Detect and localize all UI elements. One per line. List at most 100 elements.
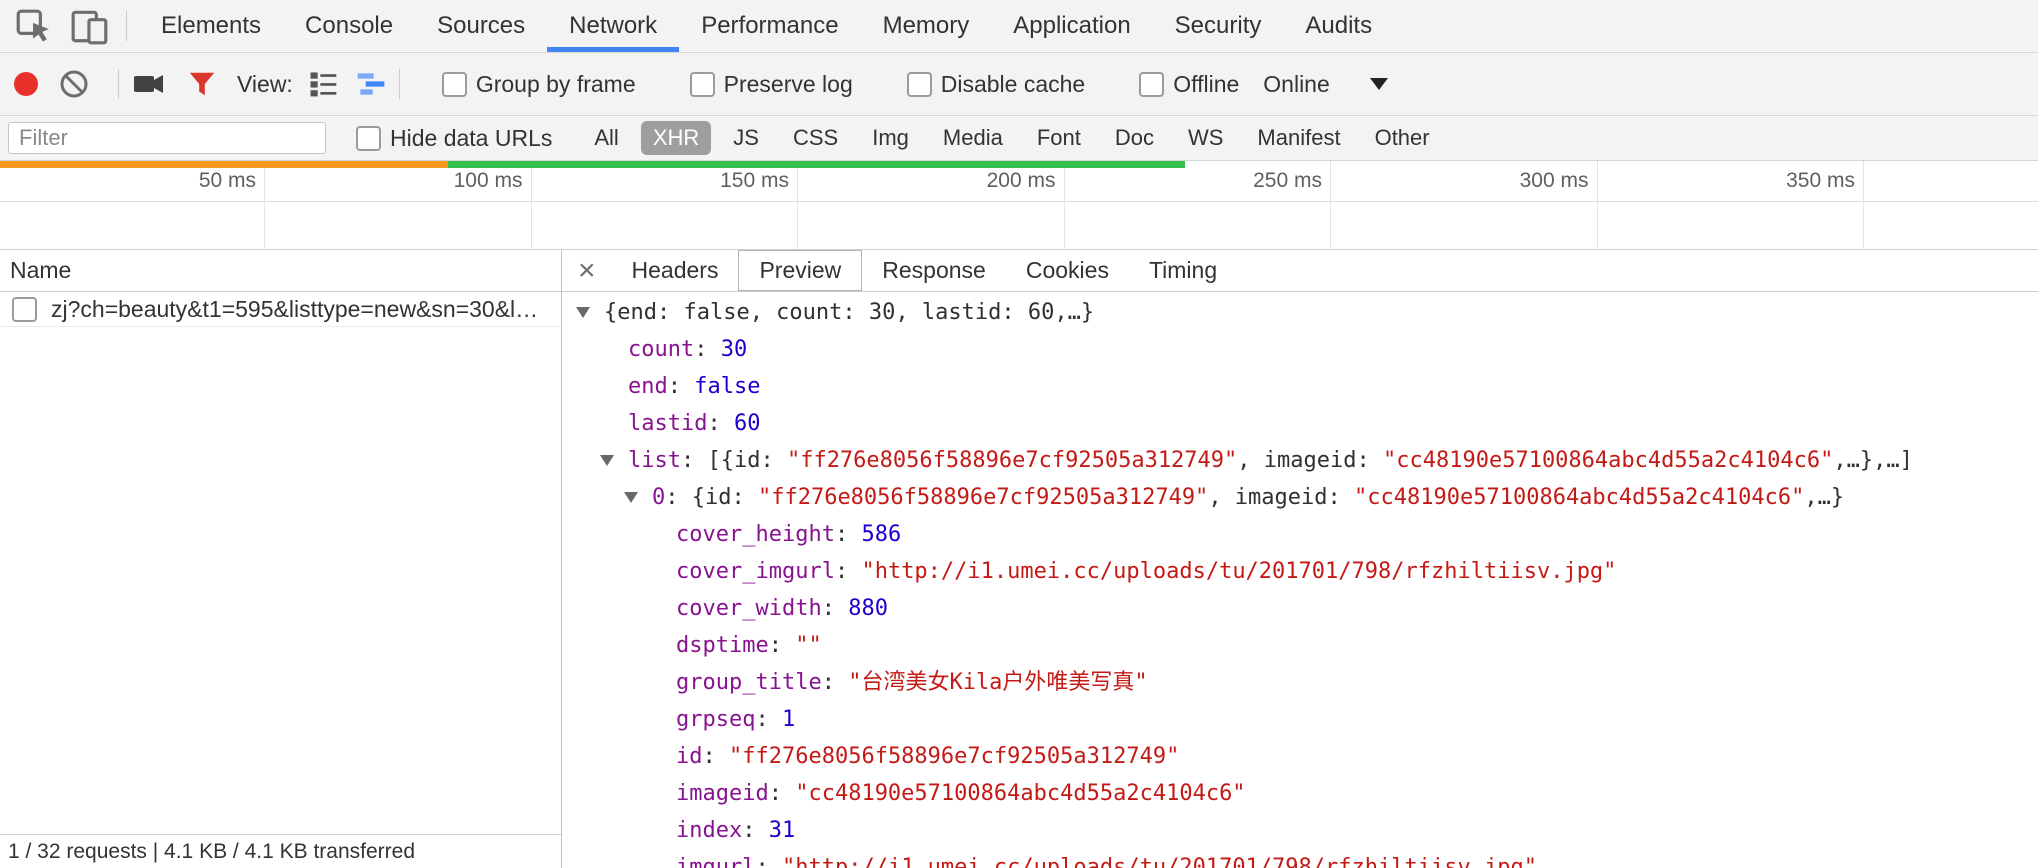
detail-tab-headers[interactable]: Headers	[612, 250, 739, 291]
filter-pill-img[interactable]: Img	[860, 121, 921, 155]
detail-tab-timing[interactable]: Timing	[1129, 250, 1237, 291]
value-number: 880	[848, 596, 888, 621]
tab-console[interactable]: Console	[283, 0, 415, 52]
tree-row[interactable]: index: 31	[562, 812, 2038, 849]
column-header-name[interactable]: Name	[0, 250, 561, 292]
detail-tab-response[interactable]: Response	[862, 250, 1006, 291]
tree-row[interactable]: grpseq: 1	[562, 701, 2038, 738]
checkbox-preserve-log[interactable]: Preserve log	[690, 71, 853, 98]
detail-tab-preview[interactable]: Preview	[738, 250, 862, 291]
network-toolbar: View: Group by framePreserve logDisable …	[0, 53, 2038, 116]
table-row[interactable]: zj?ch=beauty&t1=595&listtype=new&sn=30&l…	[0, 292, 561, 327]
filter-pill-doc[interactable]: Doc	[1103, 121, 1166, 155]
filter-pill-font[interactable]: Font	[1025, 121, 1093, 155]
property-key: id	[676, 744, 703, 769]
value-number: 60	[734, 411, 761, 436]
tree-row[interactable]: dsptime: ""	[562, 627, 2038, 664]
filter-pill-manifest[interactable]: Manifest	[1245, 121, 1352, 155]
checkbox-disable-cache[interactable]: Disable cache	[907, 71, 1085, 98]
property-key: cover_width	[676, 596, 822, 621]
tab-network[interactable]: Network	[547, 0, 679, 52]
tree-row[interactable]: count: 30	[562, 331, 2038, 368]
text: :	[769, 781, 796, 806]
expand-arrow-icon[interactable]	[624, 479, 652, 516]
property-key: imgurl	[676, 855, 755, 868]
checkbox-group-by-frame[interactable]: Group by frame	[442, 71, 636, 98]
column-header-label: Name	[10, 257, 71, 284]
checkbox-label: Hide data URLs	[390, 125, 552, 152]
tab-elements[interactable]: Elements	[139, 0, 283, 52]
record-dot-icon	[14, 72, 38, 96]
status-text: 1 / 32 requests | 4.1 KB / 4.1 KB transf…	[8, 840, 415, 864]
timeline-overview[interactable]: 50 ms100 ms150 ms200 ms250 ms300 ms350 m…	[0, 161, 2038, 250]
detail-tab-cookies[interactable]: Cookies	[1006, 250, 1129, 291]
screenshot-capture-icon[interactable]	[131, 66, 167, 102]
checkbox-box[interactable]	[1139, 72, 1164, 97]
tab-security[interactable]: Security	[1153, 0, 1284, 52]
tree-row[interactable]: 0: {id: "ff276e8056f58896e7cf92505a31274…	[562, 479, 2038, 516]
requests-panel: Name zj?ch=beauty&t1=595&listtype=new&sn…	[0, 250, 562, 868]
checkbox-box[interactable]	[907, 72, 932, 97]
text: , imageid:	[1237, 448, 1383, 473]
filter-pill-js[interactable]: JS	[721, 121, 771, 155]
record-button[interactable]	[14, 72, 38, 96]
tree-row[interactable]: list: [{id: "ff276e8056f58896e7cf92505a3…	[562, 442, 2038, 479]
preview-tree: {end: false, count: 30, lastid: 60,…}cou…	[562, 292, 2038, 868]
checkbox-offline[interactable]: Offline	[1139, 71, 1239, 98]
filter-pill-other[interactable]: Other	[1363, 121, 1442, 155]
property-key: group_title	[676, 670, 822, 695]
tree-row[interactable]: cover_height: 586	[562, 516, 2038, 553]
tree-row[interactable]: end: false	[562, 368, 2038, 405]
request-rows-view-icon[interactable]	[307, 68, 339, 100]
overview-toggle-icon[interactable]	[355, 68, 387, 100]
expand-arrow-icon[interactable]	[600, 442, 628, 479]
value-string: "ff276e8056f58896e7cf92505a312749"	[758, 485, 1208, 510]
tab-sources[interactable]: Sources	[415, 0, 547, 52]
expand-arrow-icon[interactable]	[576, 294, 604, 331]
tree-row[interactable]: lastid: 60	[562, 405, 2038, 442]
tree-row[interactable]: imgurl: "http://i1.umei.cc/uploads/tu/20…	[562, 849, 2038, 868]
tree-row[interactable]: imageid: "cc48190e57100864abc4d55a2c4104…	[562, 775, 2038, 812]
close-icon[interactable]: ×	[562, 250, 612, 291]
text: :	[742, 818, 769, 843]
tab-performance[interactable]: Performance	[679, 0, 860, 52]
filter-input[interactable]	[8, 122, 326, 154]
checkbox-box[interactable]	[356, 126, 381, 151]
filter-pill-css[interactable]: CSS	[781, 121, 850, 155]
filter-pill-xhr[interactable]: XHR	[641, 121, 711, 155]
device-toolbar-icon[interactable]	[66, 3, 114, 49]
property-key: 0	[652, 485, 665, 510]
grid-line	[797, 161, 798, 249]
tree-row[interactable]: id: "ff276e8056f58896e7cf92505a312749"	[562, 738, 2038, 775]
clear-button[interactable]	[58, 68, 90, 100]
property-key: grpseq	[676, 707, 755, 732]
checkbox-box[interactable]	[690, 72, 715, 97]
tree-row[interactable]: {end: false, count: 30, lastid: 60,…}	[562, 294, 2038, 331]
grid-line	[531, 161, 532, 249]
filter-pill-all[interactable]: All	[582, 121, 630, 155]
grid-line	[1064, 161, 1065, 249]
inspect-element-icon[interactable]	[10, 3, 56, 49]
tree-row[interactable]: cover_width: 880	[562, 590, 2038, 627]
value-number: 31	[769, 818, 796, 843]
filter-bar: Hide data URLs All XHR JS CSS Img Media Font Do…	[0, 116, 2038, 161]
throttling-caret-icon[interactable]	[1370, 78, 1388, 90]
checkbox-box[interactable]	[442, 72, 467, 97]
filter-toggle-icon[interactable]	[187, 69, 217, 99]
filter-pill-media[interactable]: Media	[931, 121, 1015, 155]
tree-row[interactable]: group_title: "台湾美女Kila户外唯美写真"	[562, 664, 2038, 701]
detail-tabs: × HeadersPreviewResponseCookiesTiming	[562, 250, 2038, 292]
text: :	[668, 374, 695, 399]
checkbox-hide-data-urls[interactable]: Hide data URLs	[356, 125, 552, 152]
property-key: index	[676, 818, 742, 843]
filter-pill-ws[interactable]: WS	[1176, 121, 1235, 155]
tab-application[interactable]: Application	[991, 0, 1152, 52]
property-key: imageid	[676, 781, 769, 806]
tab-audits[interactable]: Audits	[1283, 0, 1394, 52]
time-label: 250 ms	[1172, 167, 1322, 195]
checkbox-label: Preserve log	[724, 71, 853, 98]
tree-row[interactable]: cover_imgurl: "http://i1.umei.cc/uploads…	[562, 553, 2038, 590]
throttling-select[interactable]: Online	[1263, 71, 1329, 98]
property-key: lastid	[628, 411, 707, 436]
tab-memory[interactable]: Memory	[861, 0, 992, 52]
